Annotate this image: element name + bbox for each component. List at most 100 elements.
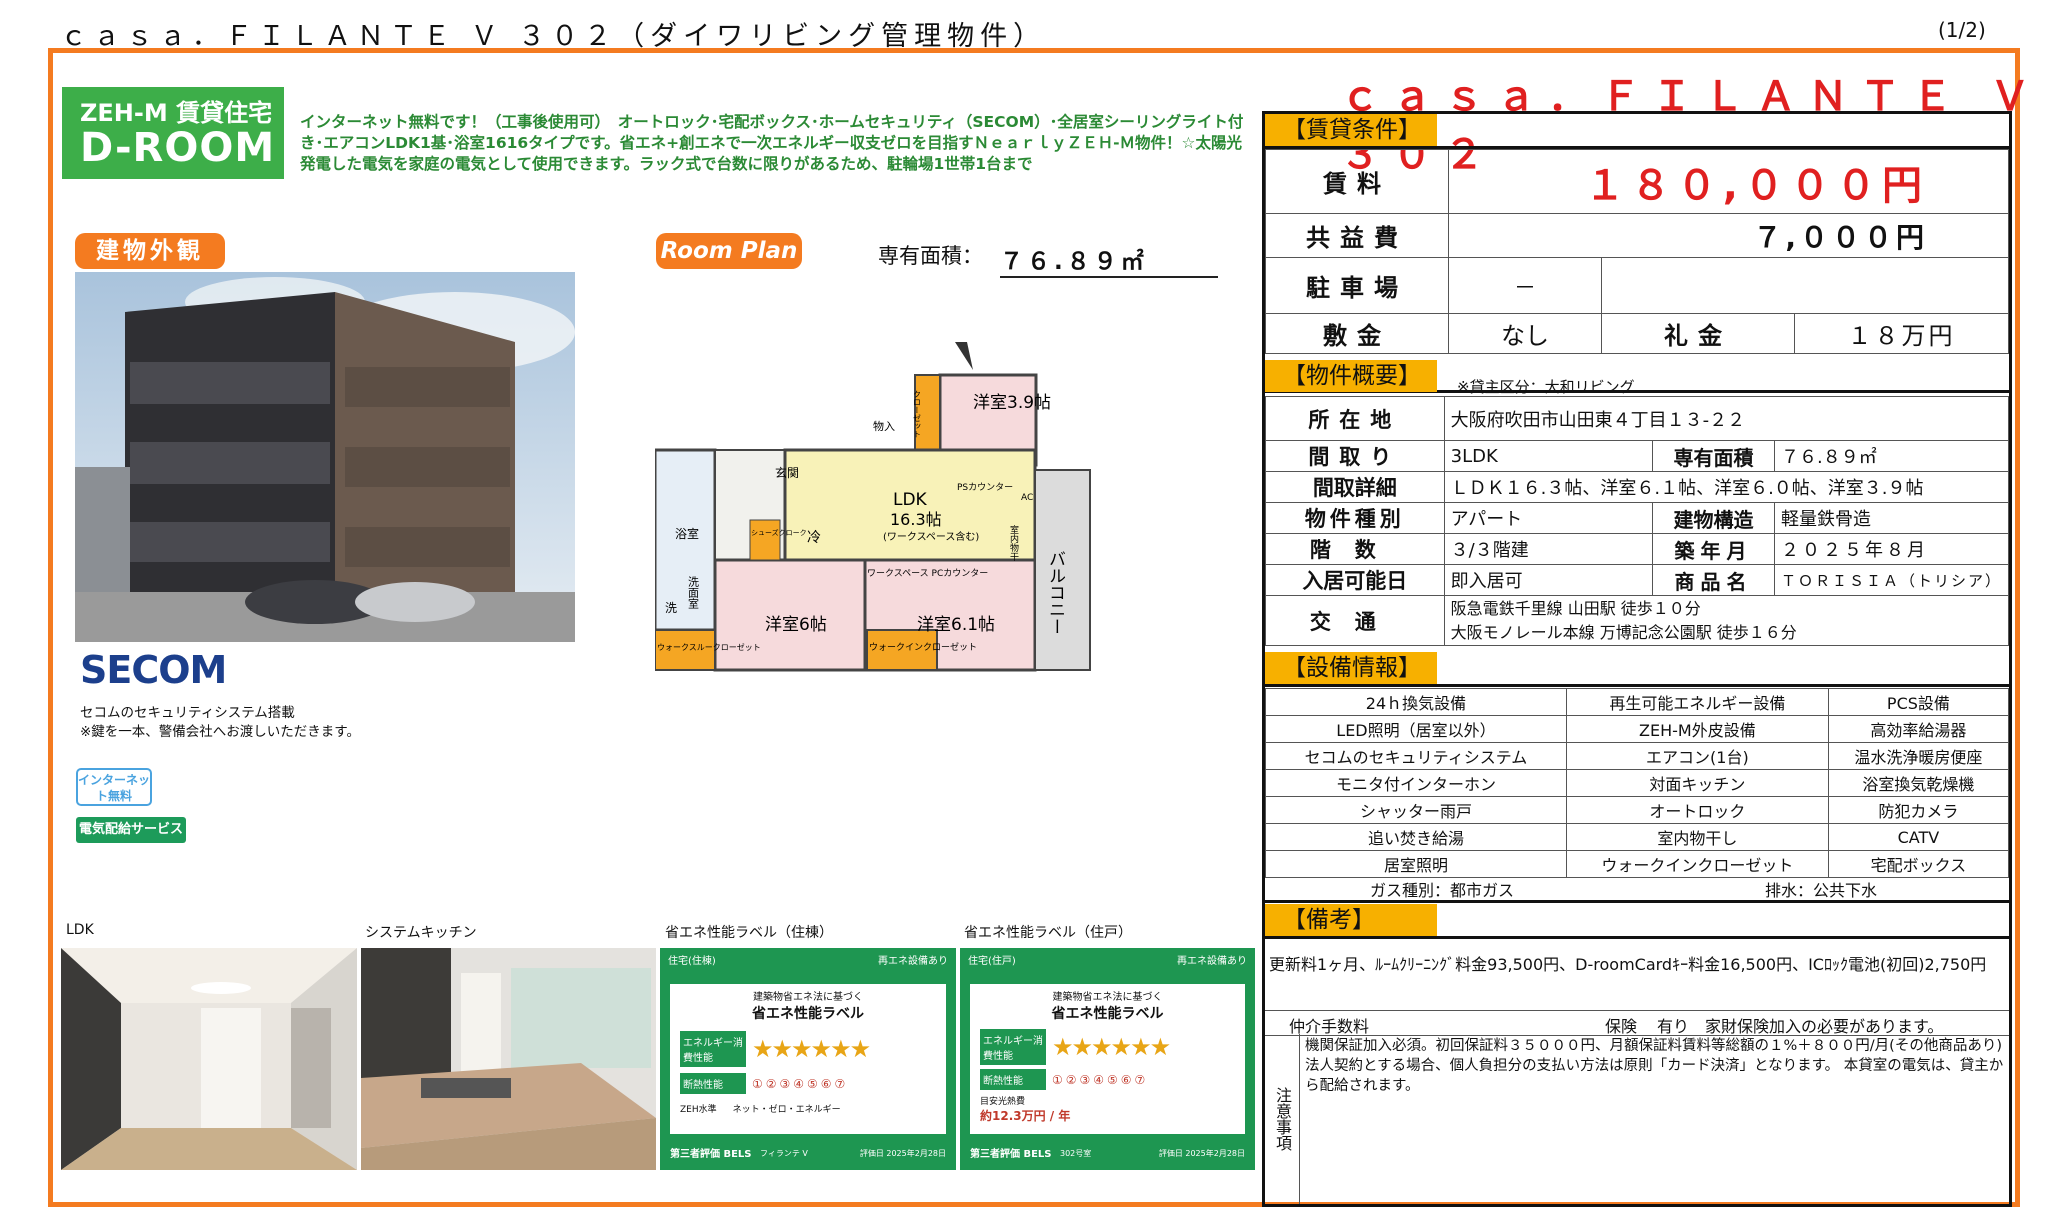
energy-label-unit: 住宅(住戸) 再エネ設備あり 建築物省エネ法に基づく 省エネ性能ラベル エネルギ… — [960, 948, 1255, 1170]
energy-label-body: 建築物省エネ法に基づく 省エネ性能ラベル エネルギー消費性能 ★★★★★★ 断熱… — [670, 984, 946, 1134]
room-label-workspace-incl: (ワークスペース含む) — [883, 530, 979, 543]
layout-detail-label: 間取詳細 — [1265, 471, 1445, 503]
exterior-photo — [75, 272, 575, 642]
energy-label-building: 住宅(住棟) 再エネ設備あり 建築物省エネ法に基づく 省エネ性能ラベル エネルギ… — [660, 948, 956, 1170]
area-value: ７６.８９㎡ — [1000, 242, 1218, 278]
rent-value: １８０,０００円 — [1448, 149, 2009, 214]
layout-value: 3LDK — [1443, 440, 1654, 472]
secom-note: セコムのセキュリティシステム搭載 ※鍵を一本、警備会社へお渡しいただきます。 — [80, 704, 360, 742]
energy-label-footer-room: 302号室 — [1060, 1149, 1092, 1158]
parking-label: 駐車場 — [1265, 257, 1449, 314]
equipment-item: ZEH-M外皮設備 — [1565, 715, 1829, 743]
energy-label-footer: 第三者評価 BELS — [670, 1149, 752, 1160]
room-label-shoes-closet: シューズクローク — [751, 528, 807, 537]
room-label-balcony: バルコニー — [1045, 550, 1065, 635]
floor-plan: 洋室3.9帖 LDK 16.3帖 (ワークスペース含む) 洋室6帖 洋室6.1帖… — [653, 330, 1135, 700]
energy-label-cost-value: 約12.3万円 / 年 — [980, 1109, 1071, 1123]
room-label-western61: 洋室6.1帖 — [917, 615, 995, 635]
address-label: 所在地 — [1265, 396, 1445, 441]
insurance-value: 有り 家財保険加入の必要があります。 — [1657, 1017, 1944, 1036]
deposit-label: 敷金 — [1265, 313, 1449, 354]
landlord-note: ※貸主区分：大和リビング — [1457, 378, 1635, 396]
logo-droom-text: D-ROOM — [80, 125, 276, 171]
floors-label: 階数 — [1265, 533, 1445, 565]
utility-row: ガス種別：都市ガス 排水：公共下水 — [1265, 874, 2009, 903]
page-number: (1/2) — [1938, 18, 1986, 42]
gas-type: ガス種別：都市ガス — [1370, 881, 1515, 900]
kitchen-photo — [361, 948, 656, 1170]
remarks-text: 更新料1ヶ月、ﾙｰﾑｸﾘｰﾆﾝｸﾞ料金93,500円、D-roomCardｷｰ料… — [1269, 955, 1987, 974]
photo-caption-label-unit: 省エネ性能ラベル（住戸） — [964, 925, 1132, 941]
equipment-item: 浴室換気乾燥機 — [1827, 769, 2010, 797]
layout-label: 間取り — [1265, 440, 1445, 472]
energy-label-cost-label: 目安光熱費 — [980, 1097, 1026, 1107]
energy-label-footer-2: 第三者評価 BELS — [970, 1149, 1052, 1160]
room-label-walkthrough-closet: ウォークスルークローゼット — [657, 642, 761, 652]
broker-fee-label: 仲介手数料 — [1289, 1017, 1370, 1036]
rent-label: 賃料 — [1265, 149, 1449, 214]
key-money-label: 礼金 — [1601, 313, 1795, 354]
room-label-ac: AC — [1021, 493, 1033, 503]
energy-label-title-small: 建築物省エネ法に基づく — [753, 992, 863, 1003]
broker-row: 仲介手数料 保険 有り 家財保険加入の必要があります。 — [1265, 1010, 2009, 1036]
insurance-label: 保険 — [1605, 1017, 1638, 1036]
room-plan-label: Room Plan — [656, 233, 802, 269]
type-label: 物件種別 — [1265, 502, 1445, 534]
energy-stars-icon: ★★★★★★ — [752, 1035, 871, 1063]
internet-free-badge: インターネット無料 — [76, 768, 152, 806]
energy-label-row-energy-2: エネルギー消費性能 — [980, 1029, 1046, 1065]
room-label-western39: 洋室3.9帖 — [973, 393, 1051, 413]
notes-label: 注意事項 — [1265, 1034, 1300, 1204]
insulation-scale-icon: ①②③④⑤⑥⑦ — [752, 1076, 849, 1091]
equipment-item: 温水洗浄暖房便座 — [1827, 742, 2010, 770]
photo-caption-label-building: 省エネ性能ラベル（住棟） — [665, 925, 833, 941]
transport-line1: 阪急電鉄千里線 山田駅 徒歩１０分 — [1450, 598, 1701, 618]
remarks-section-header: 【備考】 — [1265, 904, 1437, 936]
notes-text: 機関保証加入必須。初回保証料３５０００円、月額保証料賃料等総額の１%＋８００円/… — [1305, 1038, 2017, 1094]
floors-value: ３/３階建 — [1443, 533, 1654, 565]
drain-type: 排水：公共下水 — [1765, 881, 1878, 900]
area-label: 専有面積： — [878, 244, 983, 268]
area-row-value: ７６.８９㎡ — [1773, 440, 2010, 472]
equipment-item: 追い焚き給湯 — [1265, 823, 1567, 851]
photo-caption-ldk: LDK — [66, 922, 94, 938]
built-value: ２０２５年８月 — [1773, 533, 2010, 565]
product-label: 商品名 — [1652, 564, 1775, 596]
deposit-value: なし — [1448, 313, 1602, 354]
logo-zeh-text: ZEH-M 賃貸住宅 — [80, 99, 273, 127]
equipment-item: 防犯カメラ — [1827, 796, 2010, 824]
energy-label-tag-building: 住宅(住棟) — [668, 956, 716, 967]
fee-label: 共益費 — [1265, 213, 1449, 258]
energy-label-row-energy: エネルギー消費性能 — [680, 1031, 746, 1067]
fee-value: ７,０００円 — [1448, 213, 2009, 258]
transport-label: 交通 — [1265, 595, 1445, 646]
structure-label: 建物構造 — [1652, 502, 1775, 534]
room-label-western6: 洋室6帖 — [765, 615, 827, 635]
room-label-fridge: 冷 — [807, 530, 821, 546]
energy-stars-icon-2: ★★★★★★ — [1052, 1033, 1171, 1061]
room-label-walkin-closet: ウォークインクローゼット — [869, 641, 977, 653]
insulation-scale-icon-2: ①②③④⑤⑥⑦ — [1052, 1072, 1149, 1087]
equipment-item: 室内物干し — [1565, 823, 1829, 851]
room-label-ps-counter: PSカウンター — [957, 482, 1013, 493]
energy-label-zeh: ZEH水準 — [680, 1105, 717, 1115]
room-label-bath: 浴室 — [675, 526, 699, 541]
key-money-value: １８万円 — [1794, 313, 2009, 354]
energy-label-footer-name: フィランテ V — [760, 1149, 808, 1158]
room-label-ldk-size: 16.3帖 — [890, 510, 942, 529]
equipment-item: シャッター雨戸 — [1265, 796, 1567, 824]
energy-label-row-insulation: 断熱性能 — [680, 1073, 746, 1094]
equipment-item: PCS設備 — [1827, 688, 2010, 716]
energy-label-renewable-tag-2: 再エネ設備あり — [1177, 956, 1247, 967]
built-label: 築年月 — [1652, 533, 1775, 565]
equipment-table: 24ｈ換気設備 再生可能エネルギー設備 PCS設備 LED照明（居室以外） ZEH-M… — [1265, 688, 2010, 878]
promo-text: インターネット無料です！（工事後使用可） オートロック･宅配ボックス･ホームセキ… — [300, 113, 1244, 173]
energy-label-date: 評価日 2025年2月28日 — [859, 1149, 946, 1158]
ldk-photo — [61, 948, 357, 1170]
energy-label-body-2: 建築物省エネ法に基づく 省エネ性能ラベル エネルギー消費性能 ★★★★★★ 断熱… — [970, 984, 1245, 1134]
photo-caption-kitchen: システムキッチン — [365, 925, 477, 941]
energy-label-title: 省エネ性能ラベル — [752, 1006, 864, 1022]
move-in-value: 即入居可 — [1443, 564, 1654, 596]
rent-table: 賃料 １８０,０００円 共益費 ７,０００円 駐車場 － 敷金 なし 礼金 １８… — [1265, 149, 2009, 354]
energy-label-net-zero: ネット・ゼロ・エネルギー — [732, 1105, 841, 1115]
